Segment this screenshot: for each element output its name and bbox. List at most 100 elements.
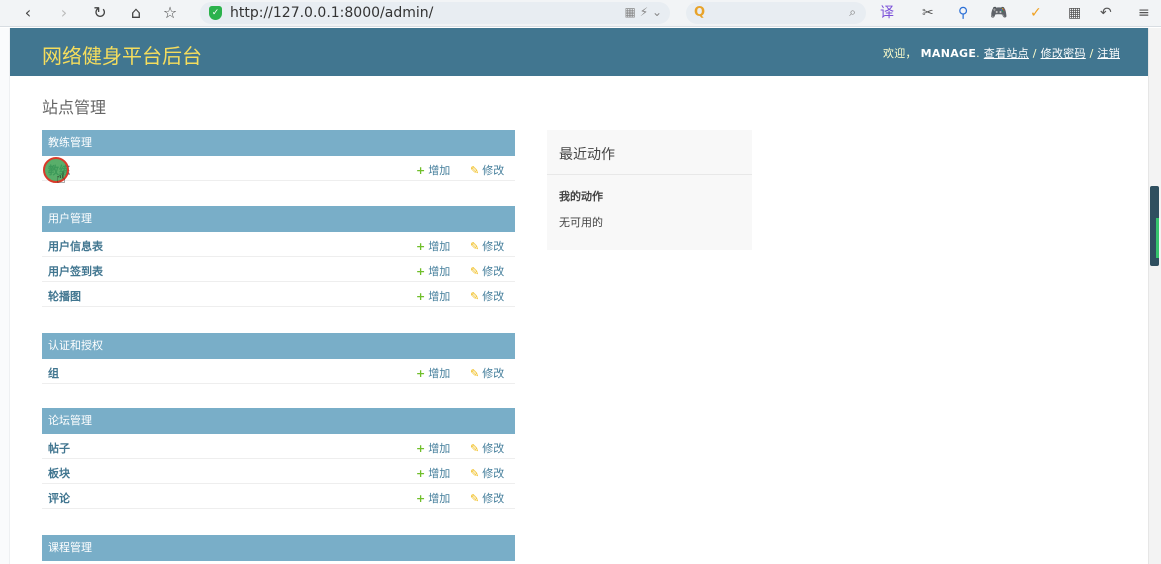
model-link[interactable]: 轮播图 <box>48 288 81 304</box>
separator: / <box>1028 47 1041 60</box>
module-caption[interactable]: 教练管理 <box>42 130 515 156</box>
add-button[interactable]: + 增加 <box>416 288 450 304</box>
logout-link[interactable]: 注销 <box>1097 47 1120 60</box>
plus-icon: + <box>416 467 426 480</box>
add-label: 增加 <box>428 265 451 278</box>
change-password-link[interactable]: 修改密码 <box>1041 47 1086 60</box>
home-button[interactable]: ⌂ <box>126 3 146 23</box>
address-bar[interactable]: ✓ http://127.0.0.1:8000/admin/ ▦ ⚡ ⌄ <box>200 2 670 24</box>
plus-icon: + <box>416 265 426 278</box>
module-forum-management: 论坛管理 帖子 + 增加 ✎ 修改 板块 + 增加 ✎ 修改 评论 + 增加 ✎ 修改 <box>42 408 515 509</box>
module-caption[interactable]: 用户管理 <box>42 206 515 232</box>
no-actions-text: 无可用的 <box>559 216 603 229</box>
welcome-text: 欢迎， <box>882 47 917 60</box>
change-button[interactable]: ✎ 修改 <box>470 263 504 279</box>
module-caption[interactable]: 论坛管理 <box>42 408 515 434</box>
add-button[interactable]: + 增加 <box>416 162 450 178</box>
divider <box>547 174 752 175</box>
search-engine-logo-icon: Q <box>694 5 706 20</box>
change-label: 修改 <box>482 240 505 253</box>
back-button[interactable]: ‹ <box>18 3 38 23</box>
add-label: 增加 <box>428 367 451 380</box>
menu-icon[interactable]: ≡ <box>1138 4 1150 22</box>
module-caption[interactable]: 课程管理 <box>42 535 515 561</box>
change-label: 修改 <box>482 442 505 455</box>
model-link[interactable]: 板块 <box>48 465 70 481</box>
change-button[interactable]: ✎ 修改 <box>470 162 504 178</box>
plus-icon: + <box>416 164 426 177</box>
site-brand[interactable]: 网络健身平台后台 <box>42 40 202 69</box>
address-tools-icons[interactable]: ▦ ⚡ ⌄ <box>625 5 662 19</box>
model-link[interactable]: 用户信息表 <box>48 238 103 254</box>
scrollbar[interactable] <box>1148 28 1161 564</box>
add-button[interactable]: + 增加 <box>416 465 450 481</box>
plus-icon: + <box>416 492 426 505</box>
change-button[interactable]: ✎ 修改 <box>470 238 504 254</box>
browser-toolbar: ‹ › ↻ ⌂ ☆ ✓ http://127.0.0.1:8000/admin/… <box>0 0 1161 27</box>
module-caption[interactable]: 认证和授权 <box>42 333 515 359</box>
change-label: 修改 <box>482 164 505 177</box>
model-link[interactable]: 帖子 <box>48 440 70 456</box>
module-user-management: 用户管理 用户信息表 + 增加 ✎ 修改 用户签到表 + 增加 ✎ 修改 轮播图 + 增加… <box>42 206 515 307</box>
table-row: 轮播图 + 增加 ✎ 修改 <box>42 282 515 307</box>
pencil-icon: ✎ <box>470 290 480 303</box>
change-label: 修改 <box>482 265 505 278</box>
change-button[interactable]: ✎ 修改 <box>470 490 504 506</box>
model-link[interactable]: 评论 <box>48 490 70 506</box>
add-button[interactable]: + 增加 <box>416 263 450 279</box>
bookmark-star-icon[interactable]: ☆ <box>160 3 180 23</box>
plus-icon: + <box>416 367 426 380</box>
search-input[interactable]: Q ⌕ <box>686 2 866 24</box>
add-button[interactable]: + 增加 <box>416 490 450 506</box>
add-label: 增加 <box>428 467 451 480</box>
search-icon[interactable]: ⌕ <box>849 5 856 20</box>
add-label: 增加 <box>428 164 451 177</box>
plus-icon: + <box>416 240 426 253</box>
grid-apps-icon[interactable]: ▦ <box>1068 4 1081 22</box>
add-button[interactable]: + 增加 <box>416 440 450 456</box>
magnifier-extension-icon[interactable]: ⚲ <box>958 4 968 22</box>
undo-icon[interactable]: ↶ <box>1100 4 1112 22</box>
url-text[interactable]: http://127.0.0.1:8000/admin/ <box>230 5 433 21</box>
hand-cursor-icon: ☝ <box>56 168 66 187</box>
module-course-management: 课程管理 <box>42 535 515 561</box>
game-extension-icon[interactable]: 🎮 <box>990 4 1007 22</box>
change-label: 修改 <box>482 367 505 380</box>
module-auth: 认证和授权 组 + 增加 ✎ 修改 <box>42 333 515 384</box>
reload-button[interactable]: ↻ <box>90 3 110 23</box>
page-title: 站点管理 <box>42 98 107 117</box>
shield-extension-icon[interactable]: ✓ <box>1030 4 1042 22</box>
add-button[interactable]: + 增加 <box>416 238 450 254</box>
separator: / <box>1085 47 1098 60</box>
main-content: 站点管理 教练管理 教练 +增加 ✎修改 ☝ 用户管理 用户信息表 +增加 ✎修… <box>10 76 1148 564</box>
add-label: 增加 <box>428 290 451 303</box>
forward-button[interactable]: › <box>54 3 74 23</box>
view-site-link[interactable]: 查看站点 <box>984 47 1029 60</box>
model-link[interactable]: 组 <box>48 365 59 381</box>
pencil-icon: ✎ <box>470 164 480 177</box>
recent-actions-title: 最近动作 <box>559 147 615 163</box>
change-label: 修改 <box>482 492 505 505</box>
left-edge <box>0 28 10 564</box>
change-button[interactable]: ✎ 修改 <box>470 440 504 456</box>
table-row: 用户签到表 + 增加 ✎ 修改 <box>42 257 515 282</box>
scissors-extension-icon[interactable]: ✂ <box>922 4 934 22</box>
change-button[interactable]: ✎ 修改 <box>470 365 504 381</box>
add-label: 增加 <box>428 492 451 505</box>
change-button[interactable]: ✎ 修改 <box>470 465 504 481</box>
model-link[interactable]: 用户签到表 <box>48 263 103 279</box>
change-button[interactable]: ✎ 修改 <box>470 288 504 304</box>
change-label: 修改 <box>482 467 505 480</box>
table-row: 评论 + 增加 ✎ 修改 <box>42 484 515 509</box>
admin-header: 网络健身平台后台 欢迎， MANAGE. 查看站点 / 修改密码 / 注销 <box>10 28 1148 76</box>
scroll-accent <box>1156 218 1159 258</box>
module-coach-management: 教练管理 教练 +增加 ✎修改 ☝ <box>42 130 515 187</box>
table-row: 板块 + 增加 ✎ 修改 <box>42 459 515 484</box>
pencil-icon: ✎ <box>470 467 480 480</box>
pencil-icon: ✎ <box>470 442 480 455</box>
add-button[interactable]: + 增加 <box>416 365 450 381</box>
change-label: 修改 <box>482 290 505 303</box>
translate-extension-icon[interactable]: 译 <box>880 4 894 22</box>
pencil-icon: ✎ <box>470 492 480 505</box>
pencil-icon: ✎ <box>470 240 480 253</box>
